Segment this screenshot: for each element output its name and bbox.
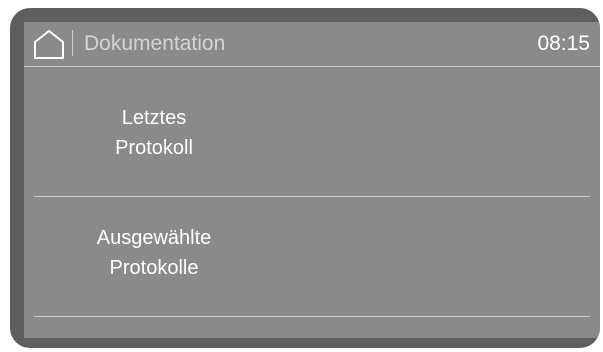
- home-icon: [34, 29, 64, 59]
- header-bar: Dokumentation 08:15: [24, 22, 600, 67]
- screen-bezel: Dokumentation 08:15 Letztes Protokoll Au…: [10, 8, 600, 348]
- menu-item-last-protocol[interactable]: Letztes Protokoll: [24, 67, 600, 196]
- menu-item-label-line1: Letztes: [121, 107, 187, 129]
- display-screen: Dokumentation 08:15 Letztes Protokoll Au…: [24, 22, 600, 338]
- device: Dokumentation 08:15 Letztes Protokoll Au…: [0, 0, 603, 352]
- menu-item-label-line2: Protokoll: [115, 137, 193, 159]
- divider: [34, 316, 590, 317]
- header-separator: [72, 30, 73, 56]
- home-button[interactable]: [32, 28, 66, 60]
- clock-time: 08:15: [537, 32, 590, 55]
- page-title: Dokumentation: [84, 32, 226, 55]
- menu-item-selected-protocols[interactable]: Ausgewählte Protokolle: [24, 197, 600, 317]
- menu-item-label-line1: Ausgewählte: [96, 227, 212, 249]
- menu-item-label: Ausgewählte Protokolle: [64, 223, 244, 283]
- menu-item-label: Letztes Protokoll: [64, 103, 244, 163]
- menu-item-label-line2: Protokolle: [109, 257, 199, 279]
